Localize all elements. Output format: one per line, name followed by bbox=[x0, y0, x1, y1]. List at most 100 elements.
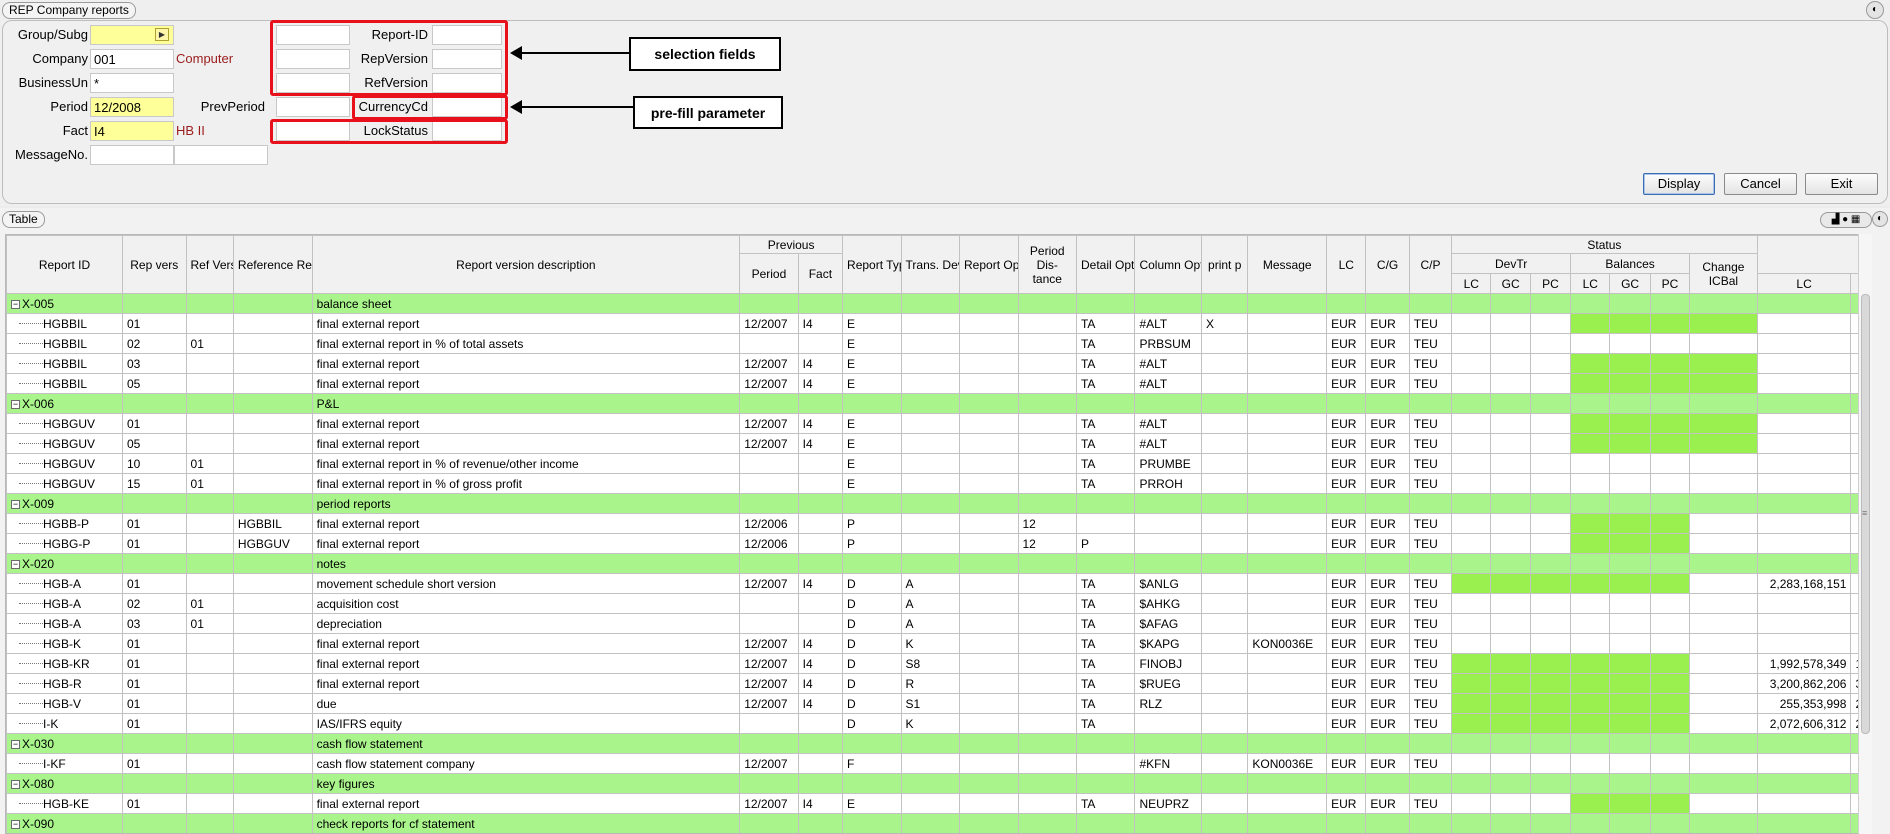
toggle-icon[interactable]: ● bbox=[1842, 214, 1848, 225]
selection-fields-highlight bbox=[270, 20, 508, 96]
col-reference-report-id[interactable]: Reference ReportID bbox=[232, 235, 313, 294]
group-row[interactable]: − X-020 notes bbox=[6, 553, 1871, 574]
company-input[interactable] bbox=[90, 49, 174, 69]
table-row[interactable]: HGBBIL 03 final external report 12/2007 I4 E T… bbox=[6, 353, 1871, 374]
cell-cg: EUR bbox=[1365, 693, 1410, 714]
col-report-option[interactable]: Report Option bbox=[959, 235, 1019, 294]
col-balances-lc[interactable]: LC bbox=[1570, 273, 1611, 294]
table-row[interactable]: HGBGUV 15 01 final external report in % of … bbox=[6, 473, 1871, 494]
period-label: Period bbox=[50, 99, 88, 114]
col-lc[interactable]: LC bbox=[1326, 235, 1367, 294]
cell-report-option bbox=[959, 593, 1019, 614]
table-row[interactable]: I-KF 01 cash flow statement company 12/2007… bbox=[6, 753, 1871, 774]
period-input[interactable] bbox=[90, 97, 174, 117]
collapse-icon[interactable]: − bbox=[11, 739, 20, 749]
chart-icon[interactable]: ▟ bbox=[1832, 214, 1840, 225]
cell-message bbox=[1247, 353, 1328, 374]
table-row[interactable]: HGB-A 03 01 depreciation D A TA $AFAG EUR EUR TEU bbox=[6, 613, 1871, 634]
col-cp[interactable]: C/P bbox=[1408, 235, 1453, 294]
table-row[interactable]: I-K 01 IAS/IFRS equity D K TA EUR EUR TEU 2,072,6… bbox=[6, 713, 1871, 734]
cell-report-option bbox=[959, 753, 1019, 774]
collapse-icon[interactable]: − bbox=[11, 779, 20, 789]
col-devtr-pc[interactable]: PC bbox=[1529, 273, 1572, 294]
window-restore-icon[interactable]: ◐ bbox=[1866, 1, 1884, 19]
cell-trans-devel: R bbox=[900, 673, 961, 694]
col-cg[interactable]: C/G bbox=[1365, 235, 1410, 294]
group-cell bbox=[185, 813, 234, 833]
col-print-p[interactable]: print p bbox=[1201, 235, 1249, 294]
table-vertical-scrollbar[interactable]: ≡ bbox=[1858, 234, 1872, 834]
table-row[interactable]: HGB-A 02 01 acquisition cost D A TA $AHKG EUR EUR… bbox=[6, 593, 1871, 614]
prefill-parameter-callout: pre-fill parameter bbox=[633, 96, 783, 129]
group-cell bbox=[1490, 773, 1531, 794]
cell-cg: EUR bbox=[1365, 533, 1410, 554]
col-previous-period[interactable]: Period bbox=[739, 253, 799, 294]
table-row[interactable]: HGBG-P 01 HGBGUV final external report 12/20… bbox=[6, 533, 1871, 554]
exit-button[interactable]: Exit bbox=[1805, 173, 1878, 195]
col-column-option[interactable]: Column Option bbox=[1134, 235, 1203, 294]
collapse-icon[interactable]: − bbox=[11, 299, 20, 309]
table-row[interactable]: HGBGUV 10 01 final external report in % of … bbox=[6, 453, 1871, 474]
group-subg-lookup-icon[interactable]: ▶ bbox=[155, 28, 169, 41]
group-cell bbox=[1017, 293, 1077, 314]
col-description[interactable]: Report version description bbox=[311, 235, 741, 294]
col-devtr-lc[interactable]: LC bbox=[1451, 273, 1492, 294]
cell-detail-option: TA bbox=[1075, 473, 1136, 494]
cell-ref-vers bbox=[185, 313, 234, 334]
group-row[interactable]: − X-030 cash flow statement bbox=[6, 733, 1871, 754]
collapse-icon[interactable]: − bbox=[11, 559, 20, 569]
status-cell bbox=[1649, 513, 1691, 534]
col-balances-gc[interactable]: GC bbox=[1609, 273, 1651, 294]
col-rep-vers[interactable]: Rep vers bbox=[121, 235, 187, 294]
cell-dev-lc bbox=[1756, 433, 1852, 454]
col-devtr-gc[interactable]: GC bbox=[1490, 273, 1531, 294]
col-message[interactable]: Message bbox=[1247, 235, 1328, 294]
table-row[interactable]: HGBBIL 02 01 final external report in % of … bbox=[6, 333, 1871, 354]
table-restore-icon[interactable]: ◐ bbox=[1872, 211, 1888, 227]
message-no-input[interactable] bbox=[90, 145, 174, 165]
col-report-id[interactable]: Report ID bbox=[6, 235, 123, 294]
status-cell bbox=[1490, 753, 1531, 774]
group-row[interactable]: − X-080 key figures bbox=[6, 773, 1871, 794]
collapse-icon[interactable]: − bbox=[11, 499, 20, 509]
group-row[interactable]: − X-090 check reports for cf statement bbox=[6, 813, 1871, 833]
table-row[interactable]: HGB-KE 01 final external report 12/2007 I4 E T… bbox=[6, 793, 1871, 814]
table-row[interactable]: HGB-KR 01 final external report 12/2007 I4 D S… bbox=[6, 653, 1871, 674]
table-row[interactable]: HGBBIL 01 final external report 12/2007 I4 E T… bbox=[6, 313, 1871, 334]
collapse-icon[interactable]: − bbox=[11, 819, 20, 829]
grid-icon[interactable]: ▦ bbox=[1851, 214, 1860, 225]
group-cell bbox=[1017, 733, 1077, 754]
group-cell bbox=[1408, 553, 1453, 574]
col-balances-pc[interactable]: PC bbox=[1649, 273, 1691, 294]
display-button[interactable]: Display bbox=[1643, 173, 1715, 195]
table-row[interactable]: HGB-R 01 final external report 12/2007 I4 D R T… bbox=[6, 673, 1871, 694]
group-row[interactable]: − X-005 balance sheet bbox=[6, 293, 1871, 314]
cell-period: 12/2007 bbox=[739, 633, 799, 654]
business-unit-input[interactable] bbox=[90, 73, 174, 93]
col-previous-fact[interactable]: Fact bbox=[797, 253, 844, 294]
message-no-description-input[interactable] bbox=[174, 145, 268, 165]
col-report-type[interactable]: Report Type bbox=[842, 235, 902, 294]
table-tab[interactable]: Table bbox=[2, 211, 45, 228]
cell-report-option bbox=[959, 353, 1019, 374]
col-ref-vers[interactable]: Ref Vers bbox=[185, 235, 234, 294]
table-row[interactable]: HGBGUV 01 final external report 12/2007 I4 E T… bbox=[6, 413, 1871, 434]
table-row[interactable]: HGBGUV 05 final external report 12/2007 I4 E T… bbox=[6, 433, 1871, 454]
table-row[interactable]: HGB-K 01 final external report 12/2007 I4 D K T… bbox=[6, 633, 1871, 654]
status-cell bbox=[1451, 753, 1492, 774]
table-row[interactable]: HGBBIL 05 final external report 12/2007 I4 E T… bbox=[6, 373, 1871, 394]
fact-input[interactable] bbox=[90, 121, 174, 141]
group-row[interactable]: − X-006 P&L bbox=[6, 393, 1871, 414]
col-change-icbal[interactable]: Change ICBal bbox=[1689, 253, 1758, 294]
col-detail-option[interactable]: Detail Option bbox=[1075, 235, 1136, 294]
table-row[interactable]: HGBB-P 01 HGBBIL final external report 12/20… bbox=[6, 513, 1871, 534]
prev-period-input[interactable] bbox=[276, 97, 350, 117]
table-row[interactable]: HGB-V 01 due 12/2007 I4 D S1 TA RLZ EUR EUR TEU 255,… bbox=[6, 693, 1871, 714]
collapse-icon[interactable]: − bbox=[11, 399, 20, 409]
group-row[interactable]: − X-009 period reports bbox=[6, 493, 1871, 514]
col-trans-devel[interactable]: Trans. Devel. bbox=[900, 235, 961, 294]
col-period-distance[interactable]: Period Dis- tance bbox=[1017, 235, 1077, 294]
table-row[interactable]: HGB-A 01 movement schedule short version 12… bbox=[6, 573, 1871, 594]
cancel-button[interactable]: Cancel bbox=[1724, 173, 1797, 195]
col-dev-lc[interactable]: LC bbox=[1756, 273, 1852, 294]
